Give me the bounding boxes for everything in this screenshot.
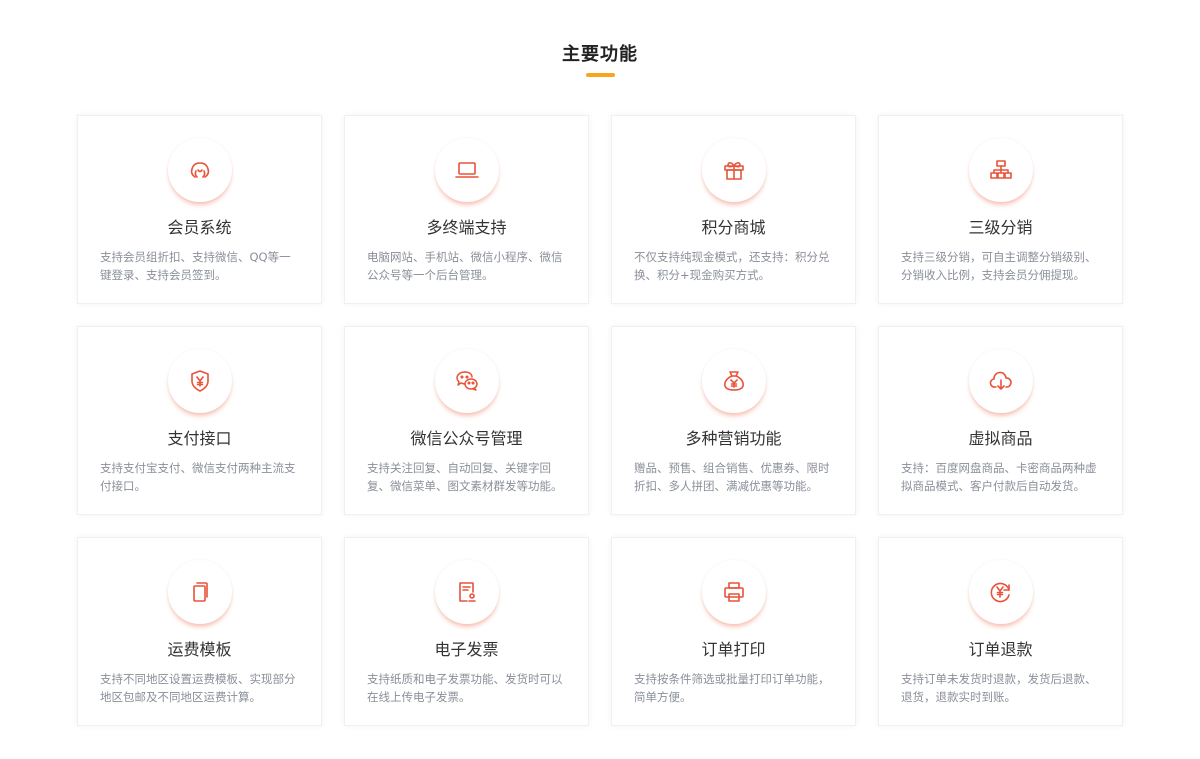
feature-card-members[interactable]: 会员系统 支持会员组折扣、支持微信、QQ等一键登录、支持会员签到。 bbox=[77, 115, 322, 304]
card-title: 电子发票 bbox=[434, 640, 499, 659]
card-title: 微信公众号管理 bbox=[410, 429, 523, 448]
card-description: 支持纸质和电子发票功能、发货时可以在线上传电子发票。 bbox=[367, 672, 563, 704]
feature-card-payment[interactable]: 支付接口 支持支付宝支付、微信支付两种主流支付接口。 bbox=[77, 326, 322, 515]
card-title: 订单退款 bbox=[968, 640, 1033, 659]
feature-card-multi-terminal[interactable]: 多终端支持 电脑网站、手机站、微信小程序、微信公众号等一个后台管理。 bbox=[344, 115, 589, 304]
feature-card-e-invoice[interactable]: 电子发票 支持纸质和电子发票功能、发货时可以在线上传电子发票。 bbox=[344, 537, 589, 726]
card-title: 订单打印 bbox=[701, 640, 766, 659]
printer-icon bbox=[702, 560, 766, 624]
card-description: 支持支付宝支付、微信支付两种主流支付接口。 bbox=[100, 461, 296, 493]
money-bag-icon bbox=[702, 349, 766, 413]
documents-icon bbox=[168, 560, 232, 624]
feature-grid: 会员系统 支持会员组折扣、支持微信、QQ等一键登录、支持会员签到。 多终端支持 … bbox=[77, 115, 1123, 726]
title-underline bbox=[586, 73, 615, 77]
card-description: 支持三级分销，可自主调整分销级别、分销收入比例，支持会员分佣提现。 bbox=[901, 250, 1097, 282]
card-title: 积分商城 bbox=[701, 218, 766, 237]
card-description: 赠品、预售、组合销售、优惠券、限时折扣、多人拼团、满减优惠等功能。 bbox=[634, 461, 830, 493]
card-description: 支持按条件筛选或批量打印订单功能，简单方便。 bbox=[634, 672, 830, 704]
cloud-download-icon bbox=[969, 349, 1033, 413]
card-title: 三级分销 bbox=[968, 218, 1033, 237]
wechat-icon bbox=[435, 349, 499, 413]
feature-card-order-refund[interactable]: 订单退款 支持订单未发货时退款，发货后退款、退货，退款实时到账。 bbox=[878, 537, 1123, 726]
feature-card-wechat[interactable]: 微信公众号管理 支持关注回复、自动回复、关键字回复、微信菜单、图文素材群发等功能… bbox=[344, 326, 589, 515]
hierarchy-icon bbox=[969, 138, 1033, 202]
section-title: 主要功能 bbox=[562, 44, 638, 65]
card-title: 会员系统 bbox=[167, 218, 232, 237]
card-description: 支持订单未发货时退款，发货后退款、退货，退款实时到账。 bbox=[901, 672, 1097, 704]
card-title: 多终端支持 bbox=[426, 218, 507, 237]
card-description: 支持：百度网盘商品、卡密商品两种虚拟商品模式、客户付款后自动发货。 bbox=[901, 461, 1097, 493]
feature-card-shipping-template[interactable]: 运费模板 支持不同地区设置运费模板、实现部分地区包邮及不同地区运费计算。 bbox=[77, 537, 322, 726]
gift-icon bbox=[702, 138, 766, 202]
card-title: 多种营销功能 bbox=[685, 429, 782, 448]
card-title: 运费模板 bbox=[167, 640, 232, 659]
card-description: 支持关注回复、自动回复、关键字回复、微信菜单、图文素材群发等功能。 bbox=[367, 461, 563, 493]
feature-card-distribution[interactable]: 三级分销 支持三级分销，可自主调整分销级别、分销收入比例，支持会员分佣提现。 bbox=[878, 115, 1123, 304]
feature-card-marketing[interactable]: 多种营销功能 赠品、预售、组合销售、优惠券、限时折扣、多人拼团、满减优惠等功能。 bbox=[611, 326, 856, 515]
shield-yen-icon bbox=[168, 349, 232, 413]
feature-card-points-mall[interactable]: 积分商城 不仅支持纯现金模式，还支持：积分兑换、积分+现金购买方式。 bbox=[611, 115, 856, 304]
card-title: 支付接口 bbox=[167, 429, 232, 448]
card-description: 支持不同地区设置运费模板、实现部分地区包邮及不同地区运费计算。 bbox=[100, 672, 296, 704]
laptop-icon bbox=[435, 138, 499, 202]
refund-icon bbox=[969, 560, 1033, 624]
members-icon bbox=[168, 138, 232, 202]
invoice-icon bbox=[435, 560, 499, 624]
feature-card-virtual-goods[interactable]: 虚拟商品 支持：百度网盘商品、卡密商品两种虚拟商品模式、客户付款后自动发货。 bbox=[878, 326, 1123, 515]
card-title: 虚拟商品 bbox=[968, 429, 1033, 448]
card-description: 支持会员组折扣、支持微信、QQ等一键登录、支持会员签到。 bbox=[100, 250, 291, 282]
card-description: 不仅支持纯现金模式，还支持：积分兑换、积分+现金购买方式。 bbox=[634, 250, 830, 282]
feature-card-order-print[interactable]: 订单打印 支持按条件筛选或批量打印订单功能，简单方便。 bbox=[611, 537, 856, 726]
card-description: 电脑网站、手机站、微信小程序、微信公众号等一个后台管理。 bbox=[367, 250, 563, 282]
